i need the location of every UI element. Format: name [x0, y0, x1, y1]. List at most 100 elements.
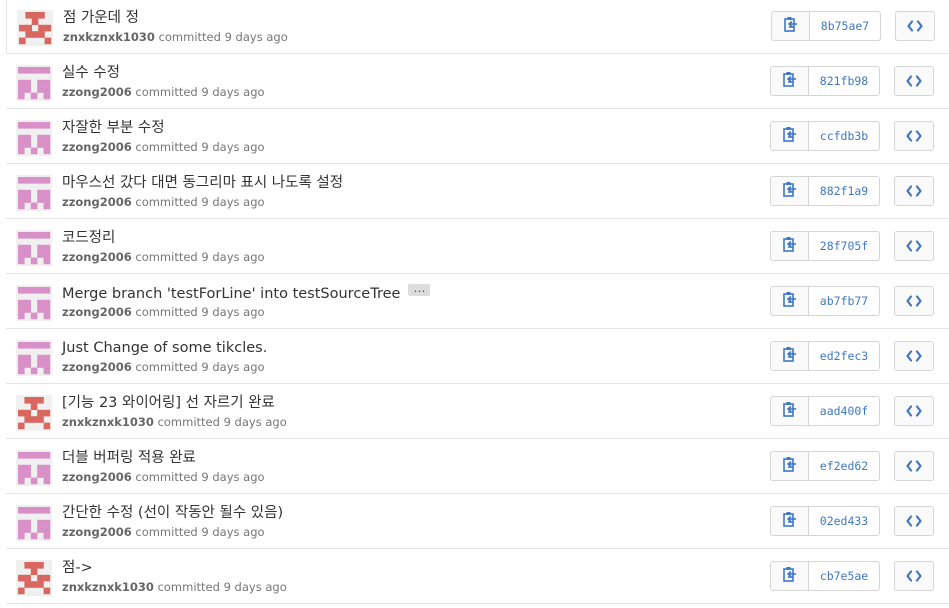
browse-repository-button[interactable] [894, 121, 934, 151]
clipboard-icon [782, 401, 797, 421]
commit-time: committed 9 days ago [157, 415, 287, 429]
commit-sha-link[interactable]: 02ed433 [809, 507, 879, 535]
commit-meta: znxkznxk1030 committed 9 days ago [62, 415, 287, 429]
commit-title[interactable]: 마우스선 갔다 대면 동그리마 표시 나도록 설정 [62, 175, 343, 191]
commit-time: committed 9 days ago [135, 195, 265, 209]
commit-list: 점 가운데 정 znxkznxk1030 committed 9 days ago… [0, 0, 949, 608]
commit-title[interactable]: 코드정리 [62, 230, 115, 246]
sha-button-group: aad400f [770, 396, 880, 426]
commit-sha-link[interactable]: ab7fb77 [809, 287, 879, 315]
avatar[interactable] [16, 395, 52, 431]
commit-time: committed 9 days ago [135, 305, 265, 319]
avatar[interactable] [17, 10, 53, 46]
avatar[interactable] [16, 560, 52, 596]
commit-sha-link[interactable]: 882f1a9 [809, 177, 879, 205]
commit-author[interactable]: zzong2006 [62, 305, 132, 319]
code-icon [906, 237, 922, 256]
commit-sha-link[interactable]: aad400f [809, 397, 879, 425]
commit-title[interactable]: Just Change of some tikcles. [62, 340, 267, 356]
sha-button-group: ccfdb3b [770, 121, 880, 151]
commit-author[interactable]: znxkznxk1030 [62, 415, 154, 429]
browse-repository-button[interactable] [894, 176, 934, 206]
browse-repository-button[interactable] [894, 231, 934, 261]
commit-sha-link[interactable]: 821fb98 [809, 67, 879, 95]
commit-time: committed 9 days ago [135, 250, 265, 264]
avatar[interactable] [16, 505, 52, 541]
copy-sha-button[interactable] [771, 397, 809, 425]
clipboard-icon [782, 126, 797, 146]
sha-button-group: 882f1a9 [770, 176, 880, 206]
code-icon [906, 402, 922, 421]
commit-author[interactable]: zzong2006 [62, 525, 132, 539]
commit-author[interactable]: zzong2006 [62, 195, 132, 209]
commit-meta: zzong2006 committed 9 days ago [62, 195, 265, 209]
code-icon [906, 457, 922, 476]
commit-title[interactable]: Merge branch 'testForLine' into testSour… [62, 286, 400, 302]
commit-title[interactable]: 점-> [62, 560, 93, 576]
avatar[interactable] [16, 230, 52, 266]
commit-sha-link[interactable]: cb7e5ae [809, 562, 879, 590]
commit-sha-link[interactable]: ed2fec3 [809, 342, 879, 370]
clipboard-icon [782, 291, 797, 311]
avatar[interactable] [16, 450, 52, 486]
browse-repository-button[interactable] [894, 506, 934, 536]
commit-sha-link[interactable]: 8b75ae7 [810, 12, 880, 40]
commit-author[interactable]: zzong2006 [62, 250, 132, 264]
commit-title[interactable]: 자잘한 부분 수정 [62, 120, 165, 136]
code-icon [906, 567, 922, 586]
browse-repository-button[interactable] [894, 396, 934, 426]
copy-sha-button[interactable] [771, 232, 809, 260]
avatar[interactable] [16, 285, 52, 321]
browse-repository-button[interactable] [894, 66, 934, 96]
commit-time: committed 9 days ago [135, 470, 265, 484]
sha-button-group: ef2ed62 [770, 451, 880, 481]
copy-sha-button[interactable] [771, 122, 809, 150]
commit-author[interactable]: znxkznxk1030 [63, 30, 155, 44]
commit-row: 자잘한 부분 수정 zzong2006 committed 9 days ago c… [6, 110, 949, 164]
commit-author[interactable]: zzong2006 [62, 85, 132, 99]
copy-sha-button[interactable] [771, 562, 809, 590]
copy-sha-button[interactable] [771, 287, 809, 315]
code-icon [906, 182, 922, 201]
commit-author[interactable]: znxkznxk1030 [62, 580, 154, 594]
commit-title[interactable]: 간단한 수정 (선이 작동안 될수 있음) [62, 505, 283, 521]
browse-repository-button[interactable] [895, 11, 935, 41]
browse-repository-button[interactable] [894, 341, 934, 371]
browse-repository-button[interactable] [894, 286, 934, 316]
commit-sha-link[interactable]: 28f705f [809, 232, 879, 260]
clipboard-icon [782, 346, 797, 366]
avatar[interactable] [16, 175, 52, 211]
copy-sha-button[interactable] [771, 177, 809, 205]
avatar[interactable] [16, 340, 52, 376]
clipboard-icon [782, 181, 797, 201]
sha-button-group: 02ed433 [770, 506, 880, 536]
commit-title[interactable]: 실수 수정 [62, 65, 120, 81]
commit-meta: zzong2006 committed 9 days ago [62, 360, 265, 374]
copy-sha-button[interactable] [771, 507, 809, 535]
code-icon [907, 17, 923, 36]
avatar[interactable] [16, 65, 52, 101]
clipboard-icon [782, 71, 797, 91]
commit-sha-link[interactable]: ef2ed62 [809, 452, 879, 480]
browse-repository-button[interactable] [894, 451, 934, 481]
commit-meta: znxkznxk1030 committed 9 days ago [63, 30, 288, 44]
copy-sha-button[interactable] [771, 452, 809, 480]
commit-row: 간단한 수정 (선이 작동안 될수 있음) zzong2006 committed… [6, 495, 949, 549]
commit-title[interactable]: [기능 23 와이어링] 선 자르기 완료 [62, 395, 275, 411]
avatar[interactable] [16, 120, 52, 156]
copy-sha-button[interactable] [771, 67, 809, 95]
commit-author[interactable]: zzong2006 [62, 140, 132, 154]
copy-sha-button[interactable] [772, 12, 810, 40]
expand-message-button[interactable]: … [408, 281, 431, 296]
commit-author[interactable]: zzong2006 [62, 360, 132, 374]
browse-repository-button[interactable] [894, 561, 934, 591]
commit-title[interactable]: 더블 버퍼링 적용 완료 [62, 450, 196, 466]
commit-meta: zzong2006 committed 9 days ago [62, 305, 265, 319]
copy-sha-button[interactable] [771, 342, 809, 370]
commit-title[interactable]: 점 가운데 정 [63, 10, 139, 26]
commit-row: 더블 버퍼링 적용 완료 zzong2006 committed 9 days a… [6, 440, 949, 494]
commit-time: committed 9 days ago [158, 30, 288, 44]
commit-sha-link[interactable]: ccfdb3b [809, 122, 879, 150]
code-icon [906, 292, 922, 311]
commit-author[interactable]: zzong2006 [62, 470, 132, 484]
